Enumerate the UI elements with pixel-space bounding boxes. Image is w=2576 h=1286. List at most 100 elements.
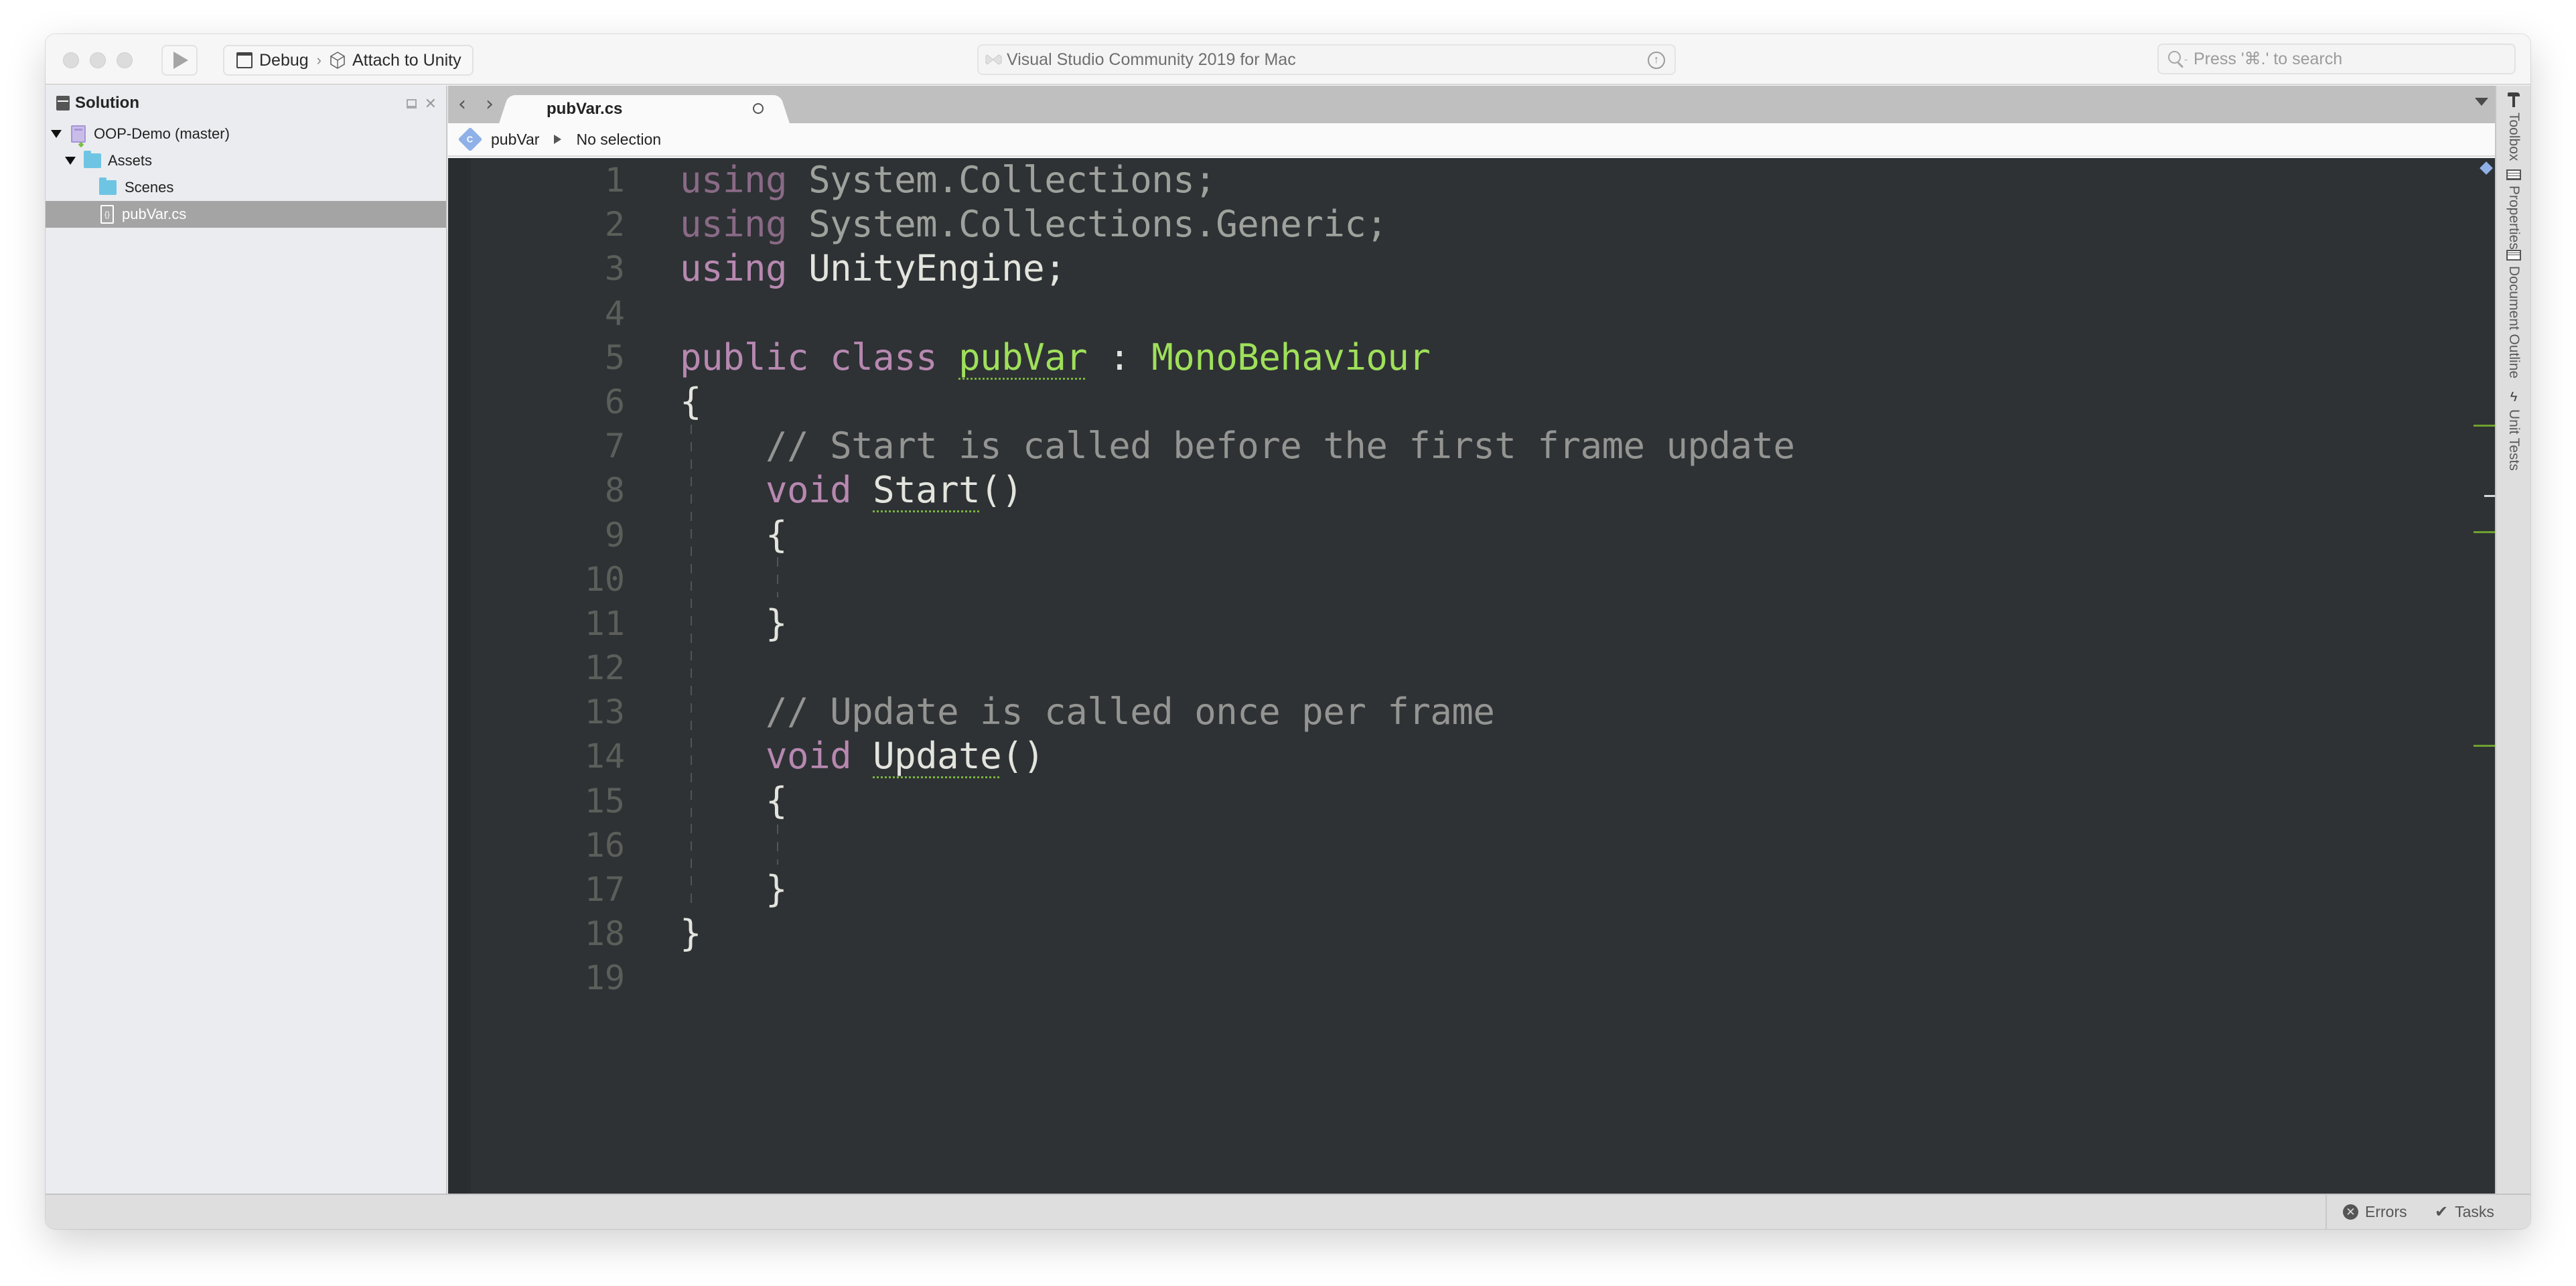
error-circle-icon: ✕	[2343, 1204, 2358, 1220]
navigate-back-button[interactable]: ‹	[458, 92, 466, 116]
errors-button[interactable]: ✕ Errors	[2343, 1195, 2407, 1229]
folder-icon	[99, 177, 117, 195]
search-icon: ⌄	[2167, 49, 2189, 69]
solution-pad: Solution ✕ OOP-Demo (master) Assets Scen…	[46, 86, 447, 1194]
code-line: // Update is called once per frame	[680, 691, 1495, 733]
breadcrumb-class[interactable]: pubVar	[491, 131, 539, 149]
solution-pad-header: Solution	[46, 86, 446, 121]
editor-margin[interactable]	[448, 158, 471, 1194]
search-placeholder: Press '⌘.' to search	[2194, 50, 2343, 68]
line-number[interactable]: 19	[471, 956, 625, 1000]
line-number[interactable]: 4	[471, 291, 625, 336]
tree-item-folder-scenes[interactable]: Scenes	[46, 174, 446, 201]
window-icon	[236, 52, 253, 68]
close-tab-icon[interactable]	[753, 103, 764, 114]
tree-item-folder-assets[interactable]: Assets	[46, 147, 446, 174]
change-marker	[2474, 425, 2495, 427]
line-number[interactable]: 18	[471, 912, 625, 956]
zoom-window-button[interactable]	[117, 52, 133, 68]
dock-unit-tests[interactable]: ϟ Unit Tests	[2502, 390, 2526, 471]
tree-item-project[interactable]: OOP-Demo (master)	[46, 121, 446, 148]
play-icon	[173, 52, 188, 69]
right-dock: Toolbox Properties Document Outline ϟ Un…	[2495, 86, 2530, 1194]
close-pad-button[interactable]: ✕	[425, 95, 437, 113]
global-search-input[interactable]: ⌄ Press '⌘.' to search	[2157, 44, 2516, 74]
line-number[interactable]: 11	[471, 601, 625, 646]
line-number[interactable]: 14	[471, 734, 625, 778]
toolbar: Debug › Attach to Unity Visual Studio Co…	[46, 34, 2530, 85]
project-icon	[71, 125, 86, 143]
line-number[interactable]: 8	[471, 468, 625, 512]
code-line: // Start is called before the first fram…	[680, 425, 1795, 468]
ide-window: Debug › Attach to Unity Visual Studio Co…	[46, 34, 2530, 1229]
solution-icon	[56, 96, 70, 111]
status-bar: ✕ Errors ✔ Tasks	[46, 1194, 2530, 1229]
run-configuration-selector[interactable]: Debug › Attach to Unity	[223, 45, 474, 76]
dock-toolbox[interactable]: Toolbox	[2502, 92, 2526, 161]
editor-area: ‹ › pubVar.cs C pubVar No selection 1234…	[448, 86, 2495, 1194]
code-editor[interactable]: 1 2 3 4 5 6 7 8 9 10 11 12 13 14 15 16 17 18 19 using Syst…	[448, 158, 2495, 1194]
dock-properties[interactable]: Properties	[2502, 169, 2526, 250]
code-line: }	[680, 868, 788, 910]
code-line: void Start()	[766, 469, 1023, 512]
close-window-button[interactable]	[63, 52, 79, 68]
line-number[interactable]: 7	[471, 424, 625, 468]
line-number[interactable]: 15	[471, 779, 625, 823]
breadcrumb-separator-icon	[554, 135, 562, 144]
line-number[interactable]: 9	[471, 513, 625, 557]
git-branch-dot-icon	[78, 141, 84, 148]
update-arrow-icon[interactable]: ↑	[1648, 52, 1665, 69]
disclosure-expanded-icon[interactable]	[51, 130, 62, 138]
code-line: }	[680, 912, 702, 955]
dock-document-outline[interactable]: Document Outline	[2502, 250, 2526, 378]
code-line: using System.Collections.Generic;	[680, 203, 1388, 246]
navigate-forward-button[interactable]: ›	[486, 92, 494, 116]
checkmark-icon: ✔	[2435, 1202, 2449, 1221]
visual-studio-logo-icon	[985, 54, 1002, 65]
configuration-label: Debug	[259, 50, 309, 70]
document-outline-icon	[2506, 250, 2521, 261]
caret-marker	[2484, 495, 2495, 497]
run-button[interactable]	[161, 45, 198, 76]
code-line: {	[680, 380, 702, 423]
code-line: using UnityEngine;	[680, 247, 1066, 290]
code-line: void Update()	[766, 735, 1045, 778]
tree-item-label: OOP-Demo (master)	[94, 125, 230, 142]
change-marker	[2474, 531, 2495, 533]
disclosure-expanded-icon[interactable]	[65, 157, 76, 165]
overview-ruler[interactable]	[2468, 158, 2495, 1194]
lightning-bolt-icon: ϟ	[2510, 390, 2518, 405]
chevron-right-icon: ›	[316, 52, 321, 68]
solution-pad-title: Solution	[75, 94, 139, 112]
status-title-box: Visual Studio Community 2019 for Mac ↑	[977, 44, 1676, 75]
line-number[interactable]: 13	[471, 690, 625, 734]
line-number[interactable]: 2	[471, 202, 625, 246]
tree-item-file-pubvar[interactable]: {} pubVar.cs	[46, 201, 446, 228]
line-number[interactable]: 3	[471, 246, 625, 291]
tab-pubvar-cs[interactable]: pubVar.cs	[513, 95, 776, 123]
minimize-window-button[interactable]	[90, 52, 106, 68]
target-label: Attach to Unity	[352, 50, 461, 70]
tree-item-label: Scenes	[125, 179, 174, 196]
maximize-pad-button[interactable]	[406, 99, 417, 109]
hammer-icon	[2507, 92, 2520, 107]
breadcrumb-member[interactable]: No selection	[576, 131, 661, 149]
tab-list-dropdown-icon[interactable]	[2475, 98, 2488, 106]
change-marker	[2474, 745, 2495, 747]
line-number[interactable]: 16	[471, 823, 625, 867]
line-number[interactable]: 10	[471, 557, 625, 601]
code-lines: using System.Collections; using System.C…	[680, 158, 1795, 1001]
line-number[interactable]: 1	[471, 158, 625, 202]
line-number[interactable]: 5	[471, 336, 625, 380]
code-line: {	[680, 779, 788, 822]
tasks-button[interactable]: ✔ Tasks	[2435, 1195, 2494, 1229]
line-number[interactable]: 6	[471, 380, 625, 424]
line-number[interactable]: 12	[471, 646, 625, 690]
code-line: }	[680, 601, 788, 644]
line-number[interactable]: 17	[471, 867, 625, 912]
